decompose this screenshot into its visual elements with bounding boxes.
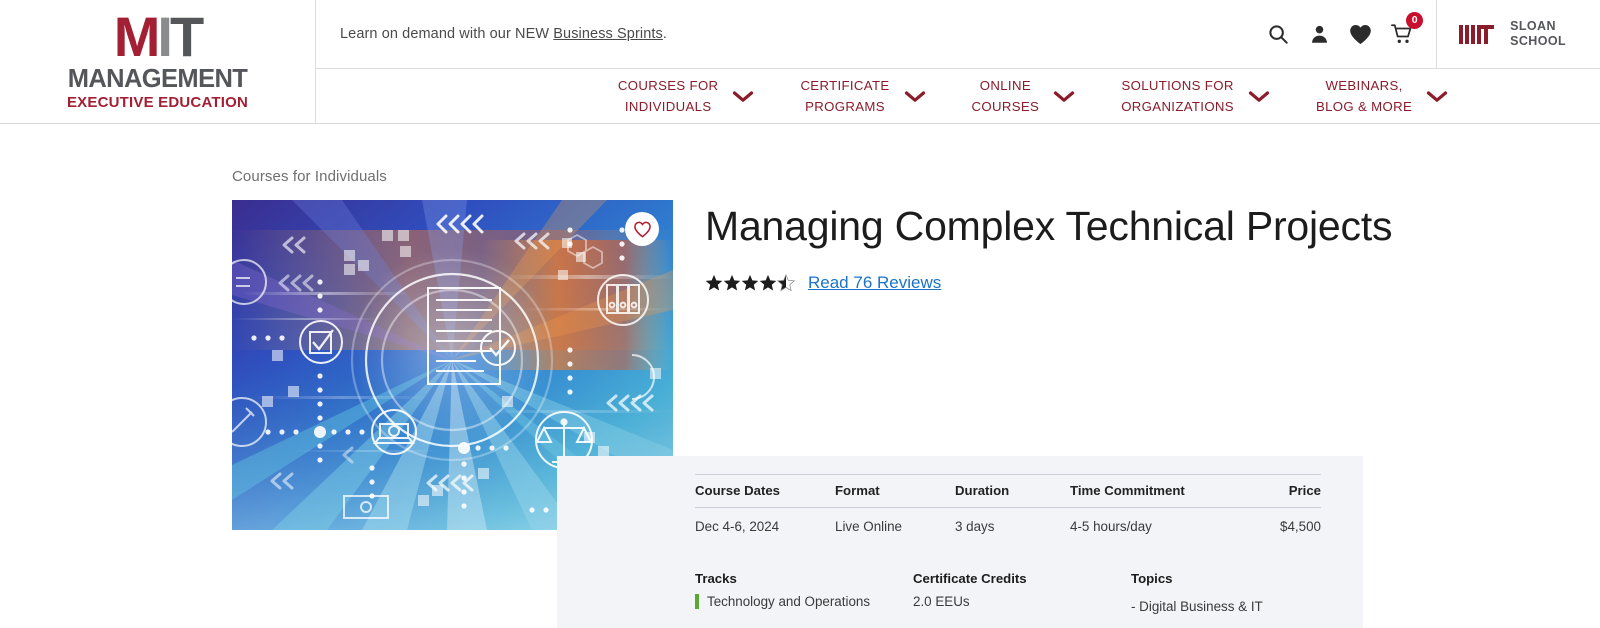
column-header-price: Price [1265, 474, 1321, 508]
course-details-panel: Course Dates Format Duration Time Commit… [557, 456, 1363, 628]
nav-item-solutions-for-organizations[interactable]: SOLUTIONS FOR ORGANIZATIONS [1098, 75, 1293, 117]
nav-label: SOLUTIONS FOR ORGANIZATIONS [1121, 77, 1234, 114]
page-title: Managing Complex Technical Projects [705, 203, 1393, 249]
chevron-down-icon [1248, 90, 1270, 102]
chevron-down-icon [1054, 90, 1075, 102]
star-rating [705, 274, 795, 292]
cell-price: $4,500 [1280, 519, 1321, 534]
search-icon[interactable] [1265, 21, 1291, 47]
heart-icon[interactable] [1347, 21, 1373, 47]
chevron-down-icon [1427, 90, 1448, 102]
tracks-section: Tracks Technology and Operations [695, 571, 913, 628]
nav-label: ONLINE COURSES [971, 77, 1040, 114]
nav-label: COURSES FOR INDIVIDUALS [617, 77, 719, 114]
business-sprints-link[interactable]: Business Sprints [553, 26, 663, 42]
column-header-time-commitment: Time Commitment [1070, 474, 1265, 508]
column-header-course-dates: Course Dates [695, 474, 835, 508]
read-reviews-link[interactable]: Read 76 Reviews [808, 273, 941, 293]
certificate-credits-value: 2.0 EEUs [913, 594, 970, 609]
nav-item-webinars-blog-and-more[interactable]: WEBINARS, BLOG & MORE [1293, 75, 1471, 117]
main-navigation: COURSES FOR INDIVIDUALS CERTIFICATE PROG… [316, 69, 1600, 123]
star-full-icon [705, 274, 723, 291]
topics-section: Topics - Digital Business & IT - Operati… [1131, 571, 1267, 628]
nav-item-online-courses[interactable]: ONLINE COURSES [949, 75, 1099, 117]
nav-item-certificate-programs[interactable]: CERTIFICATE PROGRAMS [777, 75, 948, 117]
cell-time-commitment: 4-5 hours/day [1070, 519, 1152, 534]
header-right-region: Learn on demand with our NEW Business Sp… [316, 0, 1600, 123]
rating-row: Read 76 Reviews [705, 273, 1600, 293]
tracks-heading: Tracks [695, 571, 737, 586]
cell-course-dates: Dec 4-6, 2024 [695, 519, 780, 534]
nav-label: CERTIFICATE PROGRAMS [800, 77, 890, 114]
mit-bars-mark [1459, 24, 1495, 44]
track-item[interactable]: Technology and Operations [695, 594, 913, 609]
table-header-row: Course Dates Format Duration Time Commit… [695, 474, 1321, 508]
sloan-school-text: SLOAN SCHOOL [1510, 19, 1566, 50]
cell-format: Live Online [835, 519, 902, 534]
cart-icon[interactable]: 0 [1388, 12, 1424, 47]
logo-executive-education-text: EXECUTIVE EDUCATION [66, 94, 249, 112]
topics-heading: Topics [1131, 571, 1173, 586]
breadcrumb[interactable]: Courses for Individuals [232, 168, 1600, 185]
mit-letter-i: I [157, 4, 172, 68]
course-details-table: Course Dates Format Duration Time Commit… [695, 474, 1321, 534]
certificate-credits-section: Certificate Credits 2.0 EEUs [913, 571, 1131, 628]
list-item[interactable]: - Digital Business & IT [1131, 594, 1267, 621]
chevron-down-icon [733, 90, 754, 102]
mit-letter-m: M [113, 4, 161, 68]
header-icon-group: 0 [1265, 12, 1436, 47]
mit-wordmark: MIT [67, 4, 248, 68]
cart-count-badge: 0 [1406, 12, 1424, 29]
mit-management-logo[interactable]: MIT MANAGEMENT EXECUTIVE EDUCATION [0, 0, 316, 123]
cell-duration: 3 days [955, 519, 995, 534]
promo-prefix: Learn on demand with our NEW [340, 26, 554, 42]
column-header-format: Format [835, 474, 955, 508]
list-item[interactable]: - Operations [1131, 621, 1267, 628]
course-info-column: Managing Complex Technical Projects Read… [673, 200, 1600, 317]
logo-management-text: MANAGEMENT [67, 64, 248, 93]
promo-suffix: . [662, 26, 667, 42]
favorite-heart-button[interactable] [625, 212, 659, 246]
chevron-down-icon [904, 90, 925, 102]
star-full-icon [723, 274, 741, 291]
table-row: Dec 4-6, 2024 Live Online 3 days 4-5 hou… [695, 508, 1321, 534]
page-content: Courses for Individuals Managing Complex… [0, 124, 1600, 628]
track-accent-bar [695, 594, 699, 609]
promo-message: Learn on demand with our NEW Business Sp… [340, 26, 667, 42]
nav-label: WEBINARS, BLOG & MORE [1315, 77, 1413, 114]
track-label: Technology and Operations [707, 594, 871, 609]
column-header-duration: Duration [955, 474, 1070, 508]
mit-sloan-school-logo[interactable]: SLOAN SCHOOL [1436, 0, 1600, 68]
utility-bar: Learn on demand with our NEW Business Sp… [316, 0, 1600, 69]
certificate-credits-heading: Certificate Credits [913, 571, 1027, 586]
sloan-line-1: SLOAN [1510, 18, 1556, 33]
course-meta-row: Tracks Technology and Operations Certifi… [695, 571, 1321, 628]
site-header: MIT MANAGEMENT EXECUTIVE EDUCATION Learn… [0, 0, 1600, 124]
nav-item-courses-for-individuals[interactable]: COURSES FOR INDIVIDUALS [595, 75, 778, 117]
user-icon[interactable] [1306, 21, 1332, 47]
star-full-icon [759, 274, 777, 291]
sloan-line-2: SCHOOL [1510, 34, 1566, 48]
star-half-icon [777, 274, 795, 292]
star-full-icon [741, 274, 759, 291]
mit-letter-t: T [169, 4, 204, 68]
